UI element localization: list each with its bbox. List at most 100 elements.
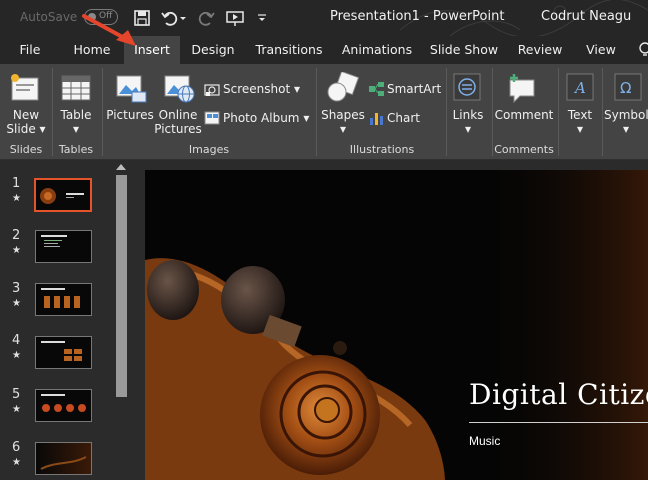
scrollbar-thumb[interactable] <box>116 175 127 397</box>
separator <box>52 68 53 156</box>
slide-canvas[interactable]: Digital Citizen Music <box>145 170 648 480</box>
svg-text:A: A <box>573 79 586 97</box>
tab-design[interactable]: Design <box>186 36 240 64</box>
undo-dropdown-icon[interactable] <box>178 8 188 28</box>
photo-album-button[interactable]: Photo Album ▾ <box>223 111 309 125</box>
red-arrow-annotation <box>82 14 136 46</box>
thumbnail-slide-4[interactable] <box>35 336 92 369</box>
separator <box>102 68 103 156</box>
table-label: Table <box>60 108 92 122</box>
customize-toolbar-icon[interactable] <box>256 8 268 28</box>
tab-review[interactable]: Review <box>512 36 568 64</box>
tab-animations[interactable]: Animations <box>338 36 416 64</box>
symbols-label: Symbols <box>604 108 648 122</box>
chart-button[interactable]: Chart <box>387 111 420 125</box>
text-button[interactable]: Text ▾ <box>560 108 600 136</box>
symbols-dropdown-icon: ▾ <box>622 122 630 136</box>
comment-icon[interactable] <box>506 72 540 104</box>
tab-file[interactable]: File <box>11 36 49 64</box>
separator <box>492 68 493 156</box>
ribbon-insert: New Slide ▾ Slides Table ▾ Tables Pictur… <box>0 64 648 160</box>
thumbnail-slide-1[interactable] <box>34 178 92 212</box>
group-slides: Slides <box>9 143 43 156</box>
smartart-button[interactable]: SmartArt <box>387 82 441 96</box>
group-illustrations: Illustrations <box>349 143 415 156</box>
table-dropdown-icon: ▾ <box>72 122 80 136</box>
separator <box>602 68 603 156</box>
symbols-button[interactable]: Symbols ▾ <box>604 108 648 136</box>
screenshot-button[interactable]: Screenshot ▾ <box>223 82 300 96</box>
links-button[interactable]: Links ▾ <box>448 108 488 136</box>
star-icon: ★ <box>12 193 21 204</box>
violin-scroll-image <box>145 170 648 480</box>
thumbnail-slide-5[interactable] <box>35 389 92 422</box>
table-button[interactable]: Table ▾ <box>56 108 96 136</box>
slide-title[interactable]: Digital Citizen <box>469 378 648 411</box>
thumbnail-5-preview <box>36 390 91 421</box>
thumbnail-number: 1 <box>12 176 21 191</box>
online-pictures-label-1: Online <box>158 108 198 122</box>
online-pictures-icon[interactable] <box>162 72 196 104</box>
thumbnail-slide-3[interactable] <box>35 283 92 316</box>
star-icon: ★ <box>12 350 21 361</box>
thumbnail-number: 4 <box>12 333 21 348</box>
group-images: Images <box>188 143 230 156</box>
svg-text:Ω: Ω <box>620 79 631 97</box>
links-label: Links <box>452 108 484 122</box>
symbols-icon[interactable]: Ω <box>614 72 642 102</box>
tab-slide-show[interactable]: Slide Show <box>428 36 500 64</box>
thumbnail-number: 3 <box>12 281 21 296</box>
tab-view[interactable]: View <box>580 36 622 64</box>
photo-album-icon[interactable] <box>204 110 220 126</box>
thumbnail-number: 5 <box>12 387 21 402</box>
pictures-button[interactable]: Pictures <box>106 108 154 122</box>
group-comments: Comments <box>494 143 554 156</box>
new-slide-label-1: New <box>12 108 40 122</box>
user-name[interactable]: Codrut Neagu <box>541 9 631 24</box>
text-dropdown-icon: ▾ <box>576 122 584 136</box>
online-pictures-label-2: Pictures <box>154 122 202 136</box>
new-slide-label-2: Slide ▾ <box>6 122 46 136</box>
document-title: Presentation1 - PowerPoint <box>330 9 505 24</box>
title-underline <box>469 422 648 423</box>
shapes-label: Shapes <box>321 108 365 122</box>
star-icon: ★ <box>12 298 21 309</box>
text-label: Text <box>567 108 593 122</box>
slide-thumbnails-panel: 1 ★ 2 ★ 3 ★ 4 ★ 5 ★ 6 ★ <box>0 160 130 480</box>
thumbnail-slide-6[interactable] <box>35 442 92 475</box>
links-dropdown-icon: ▾ <box>464 122 472 136</box>
thumbnail-4-preview <box>36 337 91 368</box>
chart-icon[interactable] <box>368 110 384 126</box>
new-slide-button[interactable]: New Slide ▾ <box>6 108 46 136</box>
shapes-icon[interactable] <box>326 72 360 104</box>
table-icon[interactable] <box>60 74 92 102</box>
shapes-dropdown-icon: ▾ <box>339 122 347 136</box>
thumbnail-2-preview <box>36 231 91 262</box>
group-tables: Tables <box>58 143 94 156</box>
thumbnail-slide-2[interactable] <box>35 230 92 263</box>
thumbnail-6-preview <box>36 443 91 474</box>
tab-transitions[interactable]: Transitions <box>252 36 326 64</box>
online-pictures-button[interactable]: Online Pictures <box>154 108 202 136</box>
shapes-button[interactable]: Shapes ▾ <box>320 108 366 136</box>
start-slideshow-icon[interactable] <box>225 8 245 28</box>
smartart-icon[interactable] <box>368 81 386 97</box>
thumbnail-number: 6 <box>12 440 21 455</box>
star-icon: ★ <box>12 457 21 468</box>
undo-icon[interactable] <box>160 8 180 28</box>
thumbnail-number: 2 <box>12 228 21 243</box>
comment-button[interactable]: Comment <box>494 108 554 122</box>
separator <box>558 68 559 156</box>
links-icon[interactable] <box>452 72 482 102</box>
star-icon: ★ <box>12 245 21 256</box>
screenshot-icon[interactable] <box>204 82 220 98</box>
pictures-icon[interactable] <box>114 72 148 104</box>
scroll-up-icon[interactable] <box>116 164 126 170</box>
separator <box>446 68 447 156</box>
thumbnail-1-preview <box>36 180 90 210</box>
redo-icon[interactable] <box>196 8 216 28</box>
text-icon[interactable]: A <box>566 72 594 102</box>
slide-subtitle[interactable]: Music <box>469 434 500 448</box>
new-slide-icon[interactable] <box>8 72 42 104</box>
lightbulb-icon[interactable] <box>638 42 648 58</box>
